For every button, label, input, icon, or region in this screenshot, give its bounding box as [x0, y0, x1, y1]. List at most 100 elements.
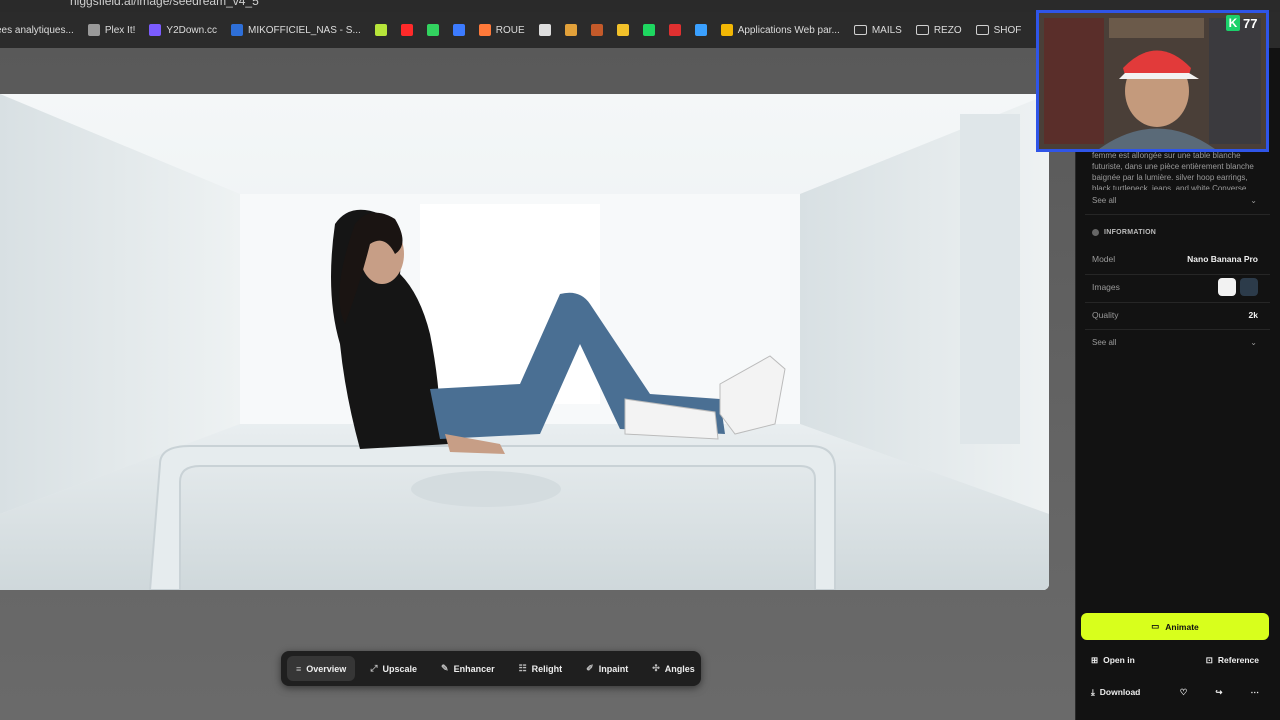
bookmark-folder[interactable]: SHOF [975, 25, 1021, 36]
bookmark-favicon-icon [452, 24, 465, 36]
divider [1085, 214, 1270, 215]
quality-label: Quality [1092, 310, 1119, 320]
tool-inpaint-button[interactable]: ✐ Inpaint [577, 656, 637, 681]
viewer-badge: K 77 [1226, 14, 1257, 32]
angles-icon: ✣ [652, 663, 660, 673]
download-label: Download [1099, 687, 1141, 697]
heart-icon[interactable]: ♡ [1170, 679, 1198, 705]
action-row-1: ⊞ Open in ⊡ Reference [1081, 647, 1269, 673]
bookmark-item[interactable] [642, 24, 655, 36]
quality-row: Quality 2k [1092, 310, 1258, 320]
bookmark-favicon-icon [538, 24, 551, 36]
tool-angles-button[interactable]: ✣ Angles [643, 656, 704, 681]
generated-image[interactable] [0, 94, 1049, 590]
bookmark-folder[interactable]: MAILS [853, 25, 902, 36]
bookmark-item[interactable]: Plex It! [87, 24, 136, 36]
info-icon [1092, 229, 1099, 236]
information-heading-label: INFORMATION [1104, 229, 1157, 236]
model-row: Model Nano Banana Pro [1092, 254, 1258, 264]
bookmark-folder-label: REZO [933, 24, 962, 36]
images-label: Images [1092, 282, 1120, 292]
reference-label: Reference [1217, 655, 1259, 665]
divider [1085, 302, 1270, 303]
bookmark-folder[interactable]: REZO [915, 24, 962, 36]
bookmark-favicon-icon [642, 24, 655, 36]
more-icon[interactable]: ⋯ [1241, 679, 1270, 705]
video-icon: ▭ [1151, 621, 1160, 631]
expand-icon: ⤢ [370, 663, 378, 673]
divider [1085, 274, 1270, 275]
bookmark-label: Plex It! [104, 24, 136, 36]
prompt-text: femme est allongée sur une table blanche… [1092, 151, 1254, 190]
reference-thumbnail[interactable] [1240, 278, 1258, 296]
bookmark-favicon-icon [149, 24, 162, 36]
bookmark-favicon-icon [230, 24, 243, 36]
open-in-button[interactable]: ⊞ Open in [1081, 647, 1145, 673]
tool-overview-button[interactable]: ≡ Overview [287, 656, 356, 681]
download-icon: ⤓ [1091, 686, 1095, 697]
bookmark-label: ees analytiques... [0, 24, 74, 36]
image-edit-icon: ⊡ [1205, 654, 1213, 665]
bookmark-favicon-icon [590, 24, 603, 36]
animate-button[interactable]: ▭ Animate [1081, 613, 1269, 640]
generated-image-illustration [0, 94, 1049, 590]
viewer-count: 77 [1243, 15, 1258, 31]
images-row: Images [1092, 278, 1258, 296]
info-see-all[interactable]: See all ⌄ [1092, 338, 1257, 347]
image-tools-toolbar: ≡ Overview ⤢ Upscale ✎ Enhancer ☷ Relight ✐ Inpai… [281, 651, 701, 686]
bookmark-favicon-icon [374, 24, 387, 36]
prompt-see-all[interactable]: See all ⌄ [1092, 196, 1257, 205]
reference-thumbnail[interactable] [1218, 278, 1236, 296]
tool-label: Angles [664, 663, 695, 674]
lines-icon: ≡ [296, 663, 302, 674]
bookmark-item[interactable] [564, 24, 577, 36]
bookmark-item[interactable] [590, 24, 603, 36]
bookmark-favicon-icon [400, 24, 413, 36]
address-bar-url[interactable]: higgsfield.ai/image/seedream_v4_5 [70, 0, 259, 8]
download-button[interactable]: ⤓ Download [1081, 679, 1150, 705]
model-label: Model [1092, 254, 1116, 264]
bookmark-favicon-icon [478, 24, 491, 36]
bookmark-item[interactable]: ees analytiques... [0, 25, 74, 36]
folder-icon [975, 25, 989, 35]
bookmark-label: ROUE [495, 24, 525, 36]
bookmark-item[interactable]: Applications Web par... [720, 24, 840, 36]
bookmark-item[interactable] [426, 24, 439, 36]
tool-upscale-button[interactable]: ⤢ Upscale [361, 656, 426, 681]
bookmark-item[interactable] [694, 24, 707, 36]
bookmark-item[interactable] [538, 24, 551, 36]
brush-icon: ✐ [586, 663, 594, 673]
bookmark-item[interactable]: ROUE [478, 24, 525, 36]
grid-icon: ⊞ [1091, 654, 1099, 665]
tool-relight-button[interactable]: ☷ Relight [510, 656, 572, 681]
bookmark-item[interactable] [452, 24, 465, 36]
info-see-all-label: See all [1092, 338, 1117, 347]
bookmark-label: MIKOFFICIEL_NAS - S... [247, 24, 361, 36]
bookmark-item[interactable] [668, 24, 681, 36]
kick-icon: K [1226, 15, 1240, 31]
bookmark-item[interactable]: MIKOFFICIEL_NAS - S... [230, 24, 361, 36]
quality-value: 2k [1248, 310, 1258, 320]
folder-icon [915, 25, 929, 35]
bookmark-label: Applications Web par... [737, 24, 840, 36]
reference-button[interactable]: ⊡ Reference [1196, 647, 1269, 673]
bookmark-item[interactable] [374, 24, 387, 36]
bookmark-item[interactable] [616, 24, 629, 36]
tool-label: Enhancer [453, 663, 495, 674]
bookmark-favicon-icon [426, 24, 439, 36]
action-row-2: ⤓ Download ♡ ↪ ⋯ [1081, 679, 1269, 705]
bookmark-item[interactable]: Y2Down.cc [149, 24, 217, 36]
bookmark-favicon-icon [694, 24, 707, 36]
wand-icon: ✎ [441, 663, 449, 673]
tool-enhancer-button[interactable]: ✎ Enhancer [432, 656, 504, 681]
bookmark-label: Y2Down.cc [166, 24, 217, 36]
open-in-label: Open in [1103, 655, 1135, 665]
bookmark-item[interactable] [400, 24, 413, 36]
share-icon[interactable]: ↪ [1205, 679, 1232, 705]
icon-actions: ♡ ↪ ⋯ [1170, 679, 1269, 705]
folder-icon [853, 25, 867, 35]
model-value: Nano Banana Pro [1187, 254, 1258, 264]
bookmark-favicon-icon [564, 24, 577, 36]
animate-button-label: Animate [1165, 621, 1199, 632]
tool-label: Inpaint [598, 663, 629, 674]
